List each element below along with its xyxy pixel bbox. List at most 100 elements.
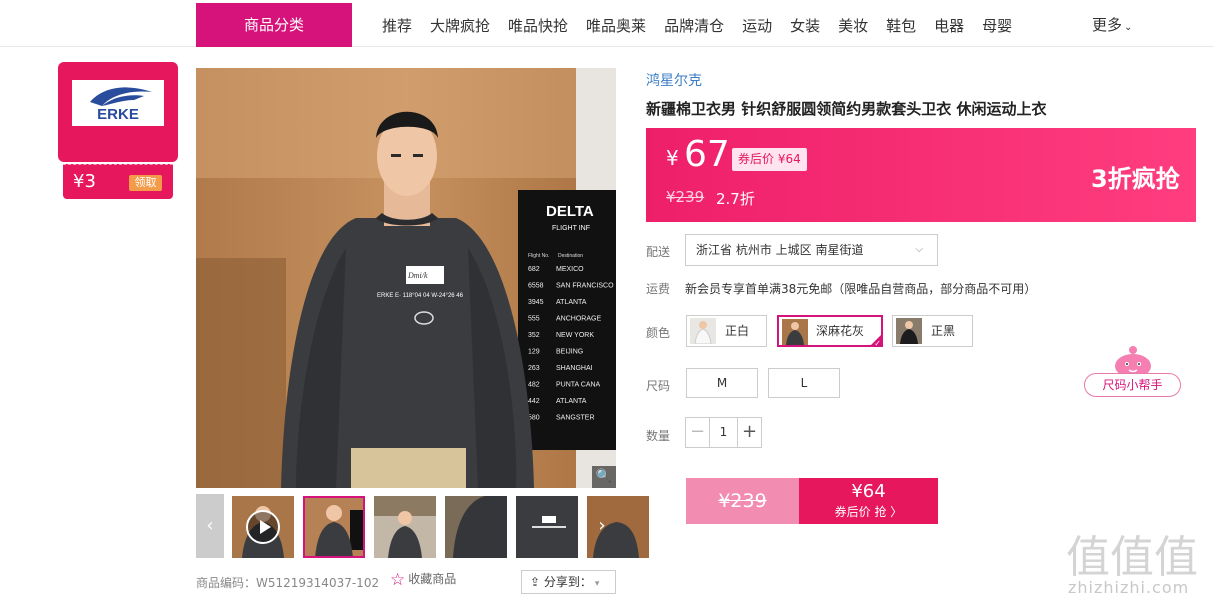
- nav-item-flash[interactable]: 唯品快抢: [508, 15, 568, 36]
- thumbnail-video[interactable]: [232, 496, 294, 558]
- quantity-stepper: − 1 +: [685, 417, 762, 448]
- coupon-claim-button[interactable]: 领取: [129, 175, 162, 191]
- size-option-l[interactable]: L: [768, 368, 840, 398]
- price-panel: ¥ 67 券后价 ¥64 ¥239 2.7折 3折疯抢: [646, 128, 1196, 222]
- watermark-url: zhizhizhi.com: [1068, 578, 1190, 597]
- watermark-chars: 值值值: [1066, 532, 1198, 583]
- favorite-button[interactable]: ☆ 收藏商品: [390, 570, 456, 590]
- board-sign-title: DELTA: [546, 203, 594, 220]
- board-destination: PUNTA CANA: [556, 382, 601, 389]
- board-flight-no: 3945: [528, 299, 544, 306]
- quantity-increase-button[interactable]: +: [737, 418, 761, 447]
- board-destination: MEXICO: [556, 266, 584, 273]
- play-icon[interactable]: [246, 510, 280, 544]
- board-header-dest: Destination: [558, 253, 583, 259]
- board-destination: SAN FRANCISCO: [556, 283, 614, 290]
- logo-text: ERKE: [97, 106, 139, 123]
- buy-coupon-price: ¥64: [851, 481, 886, 502]
- thumb-next-arrow[interactable]: ›: [588, 494, 616, 558]
- thumbnail-4[interactable]: [516, 496, 578, 558]
- board-destination: ATLANTA: [556, 299, 587, 306]
- flash-sale-tag: 3折疯抢: [1091, 165, 1180, 193]
- share-label: 分享到：: [543, 575, 592, 589]
- currency-symbol: ¥: [666, 146, 679, 170]
- size-option-m[interactable]: M: [686, 368, 758, 398]
- board-flight-no: 442: [528, 398, 540, 405]
- nav-item-shoes-bags[interactable]: 鞋包: [886, 15, 916, 36]
- board-destination: ATLANTA: [556, 398, 587, 405]
- color-option-label: 正白: [725, 324, 750, 338]
- product-title: 新疆棉卫衣男 针织舒服圆领简约男款套头卫衣 休闲运动上衣: [646, 100, 1047, 118]
- favorite-label: 收藏商品: [408, 572, 457, 586]
- buy-original-price[interactable]: ¥239: [686, 478, 799, 524]
- board-header-flight: Flight No.: [528, 253, 549, 259]
- color-option-label: 深麻花灰: [816, 324, 865, 338]
- thumb-prev-arrow[interactable]: ‹: [196, 494, 224, 558]
- brand-logo: ERKE: [72, 80, 164, 126]
- color-label: 颜色: [646, 326, 671, 340]
- board-flight-no: 352: [528, 332, 540, 339]
- coupon-footer: ¥3 领取: [63, 164, 173, 199]
- shipping-address: 浙江省 杭州市 上城区 南星街道: [696, 243, 864, 257]
- color-option-label: 正黑: [931, 324, 956, 338]
- check-icon: ✓: [874, 339, 881, 348]
- board-destination: SHANGHAI: [556, 365, 593, 372]
- board-flight-no: 129: [528, 349, 540, 356]
- fee-label: 运费: [646, 282, 671, 296]
- nav-item-brand-rush[interactable]: 大牌疯抢: [430, 15, 490, 36]
- quantity-decrease-button[interactable]: −: [686, 418, 710, 447]
- nav-links: 推荐 大牌疯抢 唯品快抢 唯品奥莱 品牌清仓 运动 女装 美妆 鞋包 电器 母婴: [370, 3, 1018, 47]
- nav-item-recommend[interactable]: 推荐: [382, 15, 412, 36]
- board-flight-no: 263: [528, 365, 540, 372]
- color-option-black[interactable]: 正黑: [892, 315, 973, 347]
- buy-with-coupon-button[interactable]: ¥64 券后价 抢 〉: [799, 478, 938, 524]
- quantity-label: 数量: [646, 429, 671, 443]
- zoom-icon[interactable]: 🔍: [592, 466, 616, 488]
- nav-item-outlet[interactable]: 唯品奥莱: [586, 15, 646, 36]
- size-label: 尺码: [646, 379, 671, 393]
- brand-coupon-card[interactable]: ERKE: [58, 62, 178, 162]
- board-destination: NEW YORK: [556, 332, 594, 339]
- main-product-image[interactable]: DELTA FLIGHT INF Flight No. Destination …: [196, 68, 616, 488]
- brand-link[interactable]: 鸿星尔克: [646, 70, 702, 90]
- shirt-print-text: ERKE E· 118°04 04 W-24°26 46: [377, 293, 464, 299]
- shipping-label: 配送: [646, 245, 671, 259]
- buy-coupon-label: 券后价 抢 〉: [834, 505, 903, 519]
- color-option-white[interactable]: 正白: [686, 315, 767, 347]
- after-coupon-badge: 券后价 ¥64: [732, 148, 807, 171]
- shipping-address-select[interactable]: 浙江省 杭州市 上城区 南星街道 ⌵: [685, 234, 938, 266]
- star-icon: ☆: [390, 570, 406, 590]
- thumbnail-1[interactable]: [303, 496, 365, 558]
- thumbnail-3[interactable]: [445, 496, 507, 558]
- shipping-fee-text: 新会员专享首单满38元免邮（限唯品自营商品，部分商品不可用）: [685, 282, 1037, 296]
- chevron-down-icon: ▾: [594, 579, 600, 589]
- original-price: ¥239: [666, 188, 705, 206]
- board-destination: SANGSTER: [556, 415, 595, 422]
- chevron-down-icon: ⌵: [915, 244, 923, 255]
- thumbnail-2[interactable]: [374, 496, 436, 558]
- coupon-amount: ¥3: [73, 171, 96, 192]
- board-destination: ANCHORAGE: [556, 316, 601, 323]
- share-dropdown[interactable]: ⇪ 分享到： ▾: [521, 570, 616, 594]
- nav-item-sports[interactable]: 运动: [742, 15, 772, 36]
- chevron-down-icon: ⌄: [1124, 22, 1133, 33]
- board-flight-no: 555: [528, 316, 540, 323]
- nav-more[interactable]: 更多 ⌄: [1092, 14, 1132, 35]
- nav-more-label: 更多: [1092, 16, 1123, 34]
- top-nav: 商品分类 推荐 大牌疯抢 唯品快抢 唯品奥莱 品牌清仓 运动 女装 美妆 鞋包 …: [0, 0, 1214, 47]
- color-option-heather-grey[interactable]: 深麻花灰 ✓: [777, 315, 883, 348]
- board-destination: BEIJING: [556, 349, 583, 356]
- share-icon: ⇪: [530, 575, 544, 589]
- board-sign-subtitle: FLIGHT INF: [552, 225, 590, 232]
- nav-item-beauty[interactable]: 美妆: [838, 15, 868, 36]
- discount-label: 2.7折: [716, 190, 755, 208]
- nav-item-women[interactable]: 女装: [790, 15, 820, 36]
- nav-item-baby[interactable]: 母婴: [982, 15, 1012, 36]
- quantity-input[interactable]: 1: [710, 418, 737, 447]
- size-helper-button[interactable]: 尺码小帮手: [1084, 373, 1181, 397]
- nav-item-clearance[interactable]: 品牌清仓: [664, 15, 724, 36]
- category-menu-button[interactable]: 商品分类: [196, 3, 352, 47]
- sale-price: 67: [684, 134, 730, 175]
- board-flight-no: 6558: [528, 283, 544, 290]
- nav-item-electronics[interactable]: 电器: [934, 15, 964, 36]
